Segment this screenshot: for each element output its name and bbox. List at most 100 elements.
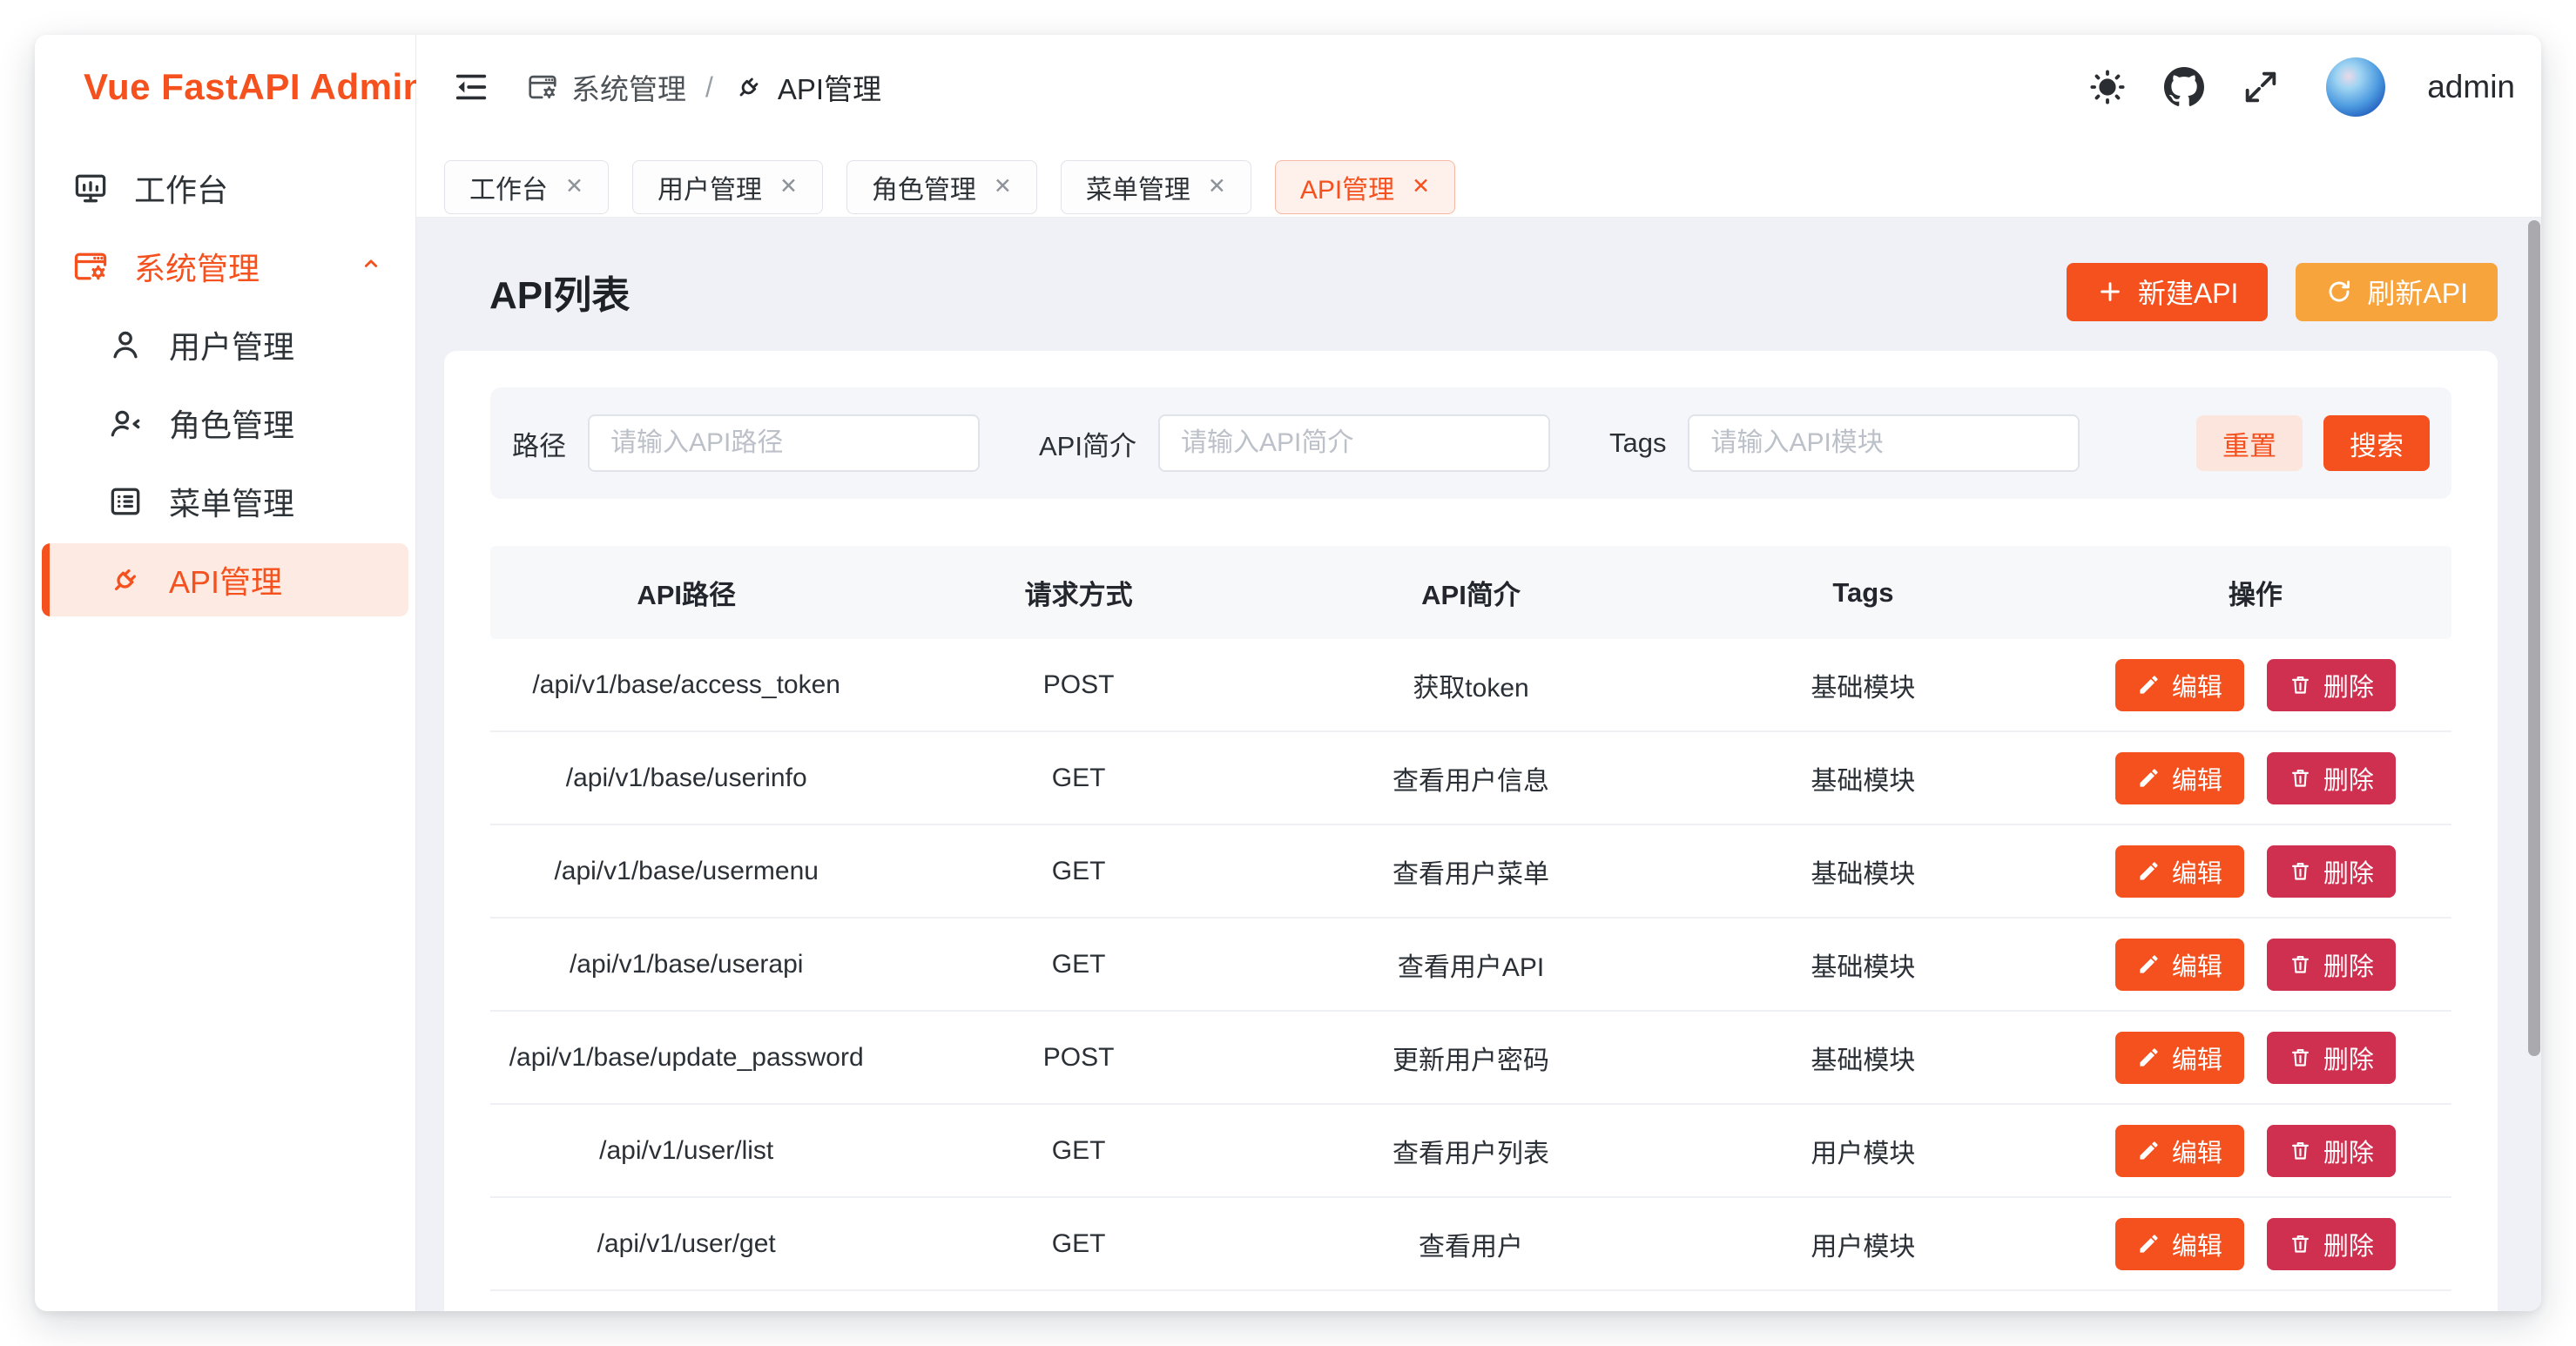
edit-button[interactable]: 编辑 [2115,1032,2244,1084]
sidebar-item-system[interactable]: 系统管理 [42,230,408,303]
tab-API管理[interactable]: API管理 ✕ [1275,160,1455,214]
cell-actions: 编辑删除 [2060,659,2451,711]
close-icon[interactable]: ✕ [994,176,1012,198]
delete-button[interactable]: 删除 [2267,845,2396,898]
sidebar-menu: 工作台 系统管理 用户管理角色管理菜单管理 API管理 [35,139,415,622]
close-icon[interactable]: ✕ [779,176,798,198]
tab-label: API管理 [1300,168,1394,206]
tab-label: 角色管理 [872,168,976,206]
sidebar-item-user-management[interactable]: 用户管理 [42,308,408,381]
close-icon[interactable]: ✕ [1412,176,1430,198]
path-input[interactable] [588,414,980,472]
create-api-button[interactable]: 新建API [2067,263,2269,321]
cell-method: GET [882,950,1274,979]
summary-input[interactable] [1158,414,1550,472]
topbar-right-cluster: admin [2087,57,2515,117]
delete-button[interactable]: 删除 [2267,1218,2396,1270]
breadcrumb-system[interactable]: 系统管理 [526,66,686,108]
theme-toggle-button[interactable] [2087,67,2128,107]
tags-input[interactable] [1688,414,2080,472]
reset-button[interactable]: 重置 [2196,415,2303,471]
collapse-sidebar-icon [451,67,491,107]
table-row: /api/v1/base/usermenuGET查看用户菜单基础模块编辑删除 [490,825,2451,919]
refresh-icon [2325,278,2353,306]
delete-button[interactable]: 删除 [2267,939,2396,991]
table-row: /api/v1/base/access_tokenPOST获取token基础模块… [490,639,2451,732]
table-body: /api/v1/base/access_tokenPOST获取token基础模块… [490,639,2451,1291]
cell-tags: 基础模块 [1667,759,2059,798]
edit-button[interactable]: 编辑 [2115,845,2244,898]
cell-summary: 更新用户密码 [1275,1039,1667,1077]
tab-角色管理[interactable]: 角色管理 ✕ [846,160,1037,214]
tab-用户管理[interactable]: 用户管理 ✕ [632,160,823,214]
role-icon [106,404,145,442]
delete-trash-icon [2289,766,2312,790]
api-plug-icon [106,561,145,599]
avatar[interactable] [2326,57,2385,117]
tab-label: 用户管理 [657,168,762,206]
close-icon[interactable]: ✕ [1208,176,1226,198]
sidebar-item-workbench[interactable]: 工作台 [42,151,408,225]
github-icon [2164,67,2204,107]
filter-summary: API简介 [1039,414,1550,472]
cell-path: /api/v1/base/update_password [490,1043,882,1073]
sidebar-submenu: 用户管理角色管理菜单管理 API管理 [35,308,415,616]
sidebar-item-label: 用户管理 [169,322,294,367]
breadcrumb-api[interactable]: API管理 [732,66,881,108]
sidebar-item-label: API管理 [169,557,282,602]
search-button[interactable]: 搜索 [2323,415,2430,471]
sidebar-item-role-management[interactable]: 角色管理 [42,387,408,460]
cell-method: GET [882,1229,1274,1259]
delete-trash-icon [2289,1046,2312,1069]
table-row: /api/v1/user/listGET查看用户列表用户模块编辑删除 [490,1105,2451,1198]
cell-tags: 用户模块 [1667,1132,2059,1170]
column-header: 请求方式 [882,573,1274,612]
table-row: /api/v1/user/getGET查看用户用户模块编辑删除 [490,1198,2451,1291]
tab-工作台[interactable]: 工作台✕ [444,160,609,214]
cell-tags: 基础模块 [1667,946,2059,984]
cell-actions: 编辑删除 [2060,1125,2451,1177]
close-icon[interactable]: ✕ [565,176,583,198]
filter-bar: 路径 API简介 Tags 重置 搜索 [490,387,2451,499]
system-settings-icon [71,247,110,286]
cell-summary: 查看用户菜单 [1275,852,1667,891]
tab-菜单管理[interactable]: 菜单管理 ✕ [1061,160,1251,214]
sidebar-item-label: 角色管理 [169,400,294,446]
sidebar-item-menu-management[interactable]: 菜单管理 [42,465,408,538]
edit-button[interactable]: 编辑 [2115,659,2244,711]
workbench-icon [71,169,110,207]
edit-button[interactable]: 编辑 [2115,1125,2244,1177]
edit-pencil-icon [2137,859,2161,883]
edit-pencil-icon [2137,1232,2161,1255]
edit-button[interactable]: 编辑 [2115,1218,2244,1270]
cell-actions: 编辑删除 [2060,845,2451,898]
delete-button[interactable]: 删除 [2267,1125,2396,1177]
github-button[interactable] [2164,67,2204,107]
edit-pencil-icon [2137,952,2161,976]
tab-bar: 工作台✕ 用户管理 ✕ 角色管理 ✕ 菜单管理 ✕ API管理 ✕ [416,139,2541,218]
cell-tags: 用户模块 [1667,1225,2059,1263]
sun-icon [2087,67,2128,107]
edit-button[interactable]: 编辑 [2115,752,2244,804]
delete-button[interactable]: 删除 [2267,1032,2396,1084]
brand[interactable]: Vue FastAPI Admin [35,35,415,139]
system-settings-icon [526,71,559,104]
sidebar-collapse-button[interactable] [451,67,491,107]
username[interactable]: admin [2427,69,2515,105]
delete-button[interactable]: 删除 [2267,752,2396,804]
cell-path: /api/v1/base/access_token [490,670,882,700]
cell-summary: 查看用户API [1275,946,1667,984]
page-actions: 新建API 刷新API [2067,263,2498,321]
tab-label: 菜单管理 [1086,168,1190,206]
sidebar-item-api-management[interactable]: API管理 [42,543,408,616]
main-area: 系统管理 / API管理 [416,35,2541,1311]
brand-title: Vue FastAPI Admin [84,66,426,108]
fullscreen-button[interactable] [2241,67,2281,107]
edit-button[interactable]: 编辑 [2115,939,2244,991]
vertical-scrollbar-thumb[interactable] [2528,220,2540,1056]
table-row: /api/v1/base/userinfoGET查看用户信息基础模块编辑删除 [490,732,2451,825]
delete-button[interactable]: 删除 [2267,659,2396,711]
cell-path: /api/v1/user/list [490,1136,882,1166]
summary-label: API简介 [1039,424,1136,463]
refresh-api-button[interactable]: 刷新API [2296,263,2498,321]
